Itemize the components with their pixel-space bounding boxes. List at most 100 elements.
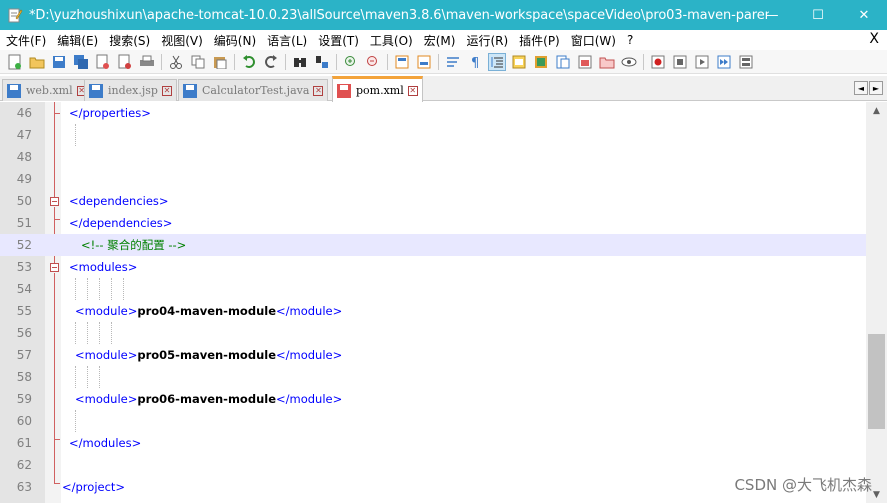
code-text: </dependencies> [69, 212, 172, 234]
xml-tag: </properties> [69, 106, 151, 120]
tab-close-icon[interactable]: ✕ [161, 85, 172, 96]
code-editor[interactable]: 46 </properties> 47 48 49 50 <dependenci… [0, 102, 887, 503]
user-language-icon[interactable] [510, 53, 528, 71]
scrollbar-thumb[interactable] [868, 334, 885, 429]
tab-label: index.jsp [108, 84, 158, 97]
xml-tag: <module> [75, 392, 138, 406]
save-all-icon[interactable] [72, 53, 90, 71]
toolbar-separator [285, 53, 286, 70]
function-list-icon[interactable] [554, 53, 572, 71]
replace-icon[interactable] [313, 53, 331, 71]
show-all-characters-icon[interactable]: ¶ [466, 53, 484, 71]
close-document-button[interactable]: X [869, 31, 879, 47]
menu-file[interactable]: 文件(F) [0, 32, 51, 49]
print-icon[interactable] [138, 53, 156, 71]
word-wrap-icon[interactable] [444, 53, 462, 71]
line-number: 55 [16, 304, 32, 318]
save-macro-icon[interactable] [737, 53, 755, 71]
tab-index-jsp[interactable]: index.jsp ✕ [84, 79, 177, 101]
sync-vertical-icon[interactable] [393, 53, 411, 71]
find-icon[interactable] [291, 53, 309, 71]
code-text: </properties> [69, 102, 151, 124]
redo-icon[interactable] [262, 53, 280, 71]
line-number: 63 [16, 480, 32, 494]
zoom-out-icon[interactable] [364, 53, 382, 71]
xml-comment: <!-- 聚合的配置 --> [81, 238, 187, 252]
stop-recording-icon[interactable] [671, 53, 689, 71]
close-file-icon[interactable] [94, 53, 112, 71]
close-all-icon[interactable] [116, 53, 134, 71]
code-line: 54 [0, 278, 866, 300]
folder-icon[interactable] [598, 53, 616, 71]
maximize-button[interactable]: ☐ [795, 0, 841, 30]
tab-scroll-right-button[interactable]: ► [869, 81, 883, 95]
tab-label: web.xml [26, 84, 73, 97]
tab-web-xml[interactable]: web.xml ✕ [2, 79, 92, 101]
xml-tag: </module> [276, 348, 343, 362]
record-macro-icon[interactable] [649, 53, 667, 71]
open-file-icon[interactable] [28, 53, 46, 71]
code-line: 51 </dependencies> [0, 212, 866, 234]
tab-scroll-left-button[interactable]: ◄ [854, 81, 868, 95]
line-number: 54 [16, 282, 32, 296]
close-button[interactable]: ✕ [841, 0, 887, 30]
menu-encoding[interactable]: 编码(N) [208, 32, 261, 49]
saved-file-icon [7, 83, 21, 98]
menu-bar: 文件(F) 编辑(E) 搜索(S) 视图(V) 编码(N) 语言(L) 设置(T… [0, 30, 887, 50]
toolbar-separator [438, 53, 439, 70]
toolbar-separator [234, 53, 235, 70]
current-code-line: 52 <!-- 聚合的配置 --> [0, 234, 866, 256]
code-line: 56 [0, 322, 866, 344]
cut-icon[interactable] [167, 53, 185, 71]
line-number: 50 [16, 194, 32, 208]
menu-run[interactable]: 运行(R) [460, 32, 513, 49]
code-text: <module>pro05-maven-module</module> [75, 344, 342, 366]
code-line: 53 <modules> [0, 256, 866, 278]
zoom-in-icon[interactable] [342, 53, 360, 71]
menu-macro[interactable]: 宏(M) [418, 32, 461, 49]
minimize-button[interactable]: — [749, 0, 795, 30]
indent-guide-icon[interactable] [488, 52, 506, 71]
code-line: 61 </modules> [0, 432, 866, 454]
tab-pom-xml[interactable]: pom.xml ✕ [332, 76, 423, 102]
xml-tag: <modules> [69, 260, 138, 274]
module-name: pro04-maven-module [137, 304, 276, 318]
vertical-scrollbar[interactable]: ▲ ▼ [866, 102, 887, 503]
code-line: 48 [0, 146, 866, 168]
menu-view[interactable]: 视图(V) [155, 32, 208, 49]
tab-close-icon[interactable]: ✕ [407, 85, 418, 96]
tab-close-icon[interactable]: ✕ [313, 85, 324, 96]
paste-icon[interactable] [211, 53, 229, 71]
scroll-up-button[interactable]: ▲ [866, 102, 887, 119]
saved-file-icon [183, 83, 197, 98]
code-text: <dependencies> [69, 190, 169, 212]
document-map-icon[interactable] [532, 53, 550, 71]
menu-settings[interactable]: 设置(T) [312, 32, 364, 49]
new-file-icon[interactable] [6, 53, 24, 71]
xml-tag: <dependencies> [69, 194, 169, 208]
code-line: 49 [0, 168, 866, 190]
save-icon[interactable] [50, 53, 68, 71]
sync-horizontal-icon[interactable] [415, 53, 433, 71]
toolbar-separator [643, 53, 644, 70]
monitoring-eye-icon[interactable] [620, 53, 638, 71]
menu-plugins[interactable]: 插件(P) [513, 32, 565, 49]
menu-language[interactable]: 语言(L) [261, 32, 312, 49]
code-line: 50 <dependencies> [0, 190, 866, 212]
copy-icon[interactable] [189, 53, 207, 71]
xml-tag: </module> [276, 304, 343, 318]
menu-help[interactable]: ? [621, 33, 638, 47]
menu-edit[interactable]: 编辑(E) [51, 32, 103, 49]
run-macro-multiple-icon[interactable] [715, 53, 733, 71]
folder-workspace-icon[interactable] [576, 53, 594, 71]
tab-calculatortest-java[interactable]: CalculatorTest.java ✕ [178, 79, 329, 101]
code-text: <!-- 聚合的配置 --> [81, 234, 186, 256]
line-number: 49 [16, 172, 32, 186]
toolbar-separator [336, 53, 337, 70]
menu-tools[interactable]: 工具(O) [364, 32, 418, 49]
line-number: 59 [16, 392, 32, 406]
menu-search[interactable]: 搜索(S) [103, 32, 155, 49]
undo-icon[interactable] [240, 53, 258, 71]
playback-macro-icon[interactable] [693, 53, 711, 71]
menu-window[interactable]: 窗口(W) [565, 32, 621, 49]
